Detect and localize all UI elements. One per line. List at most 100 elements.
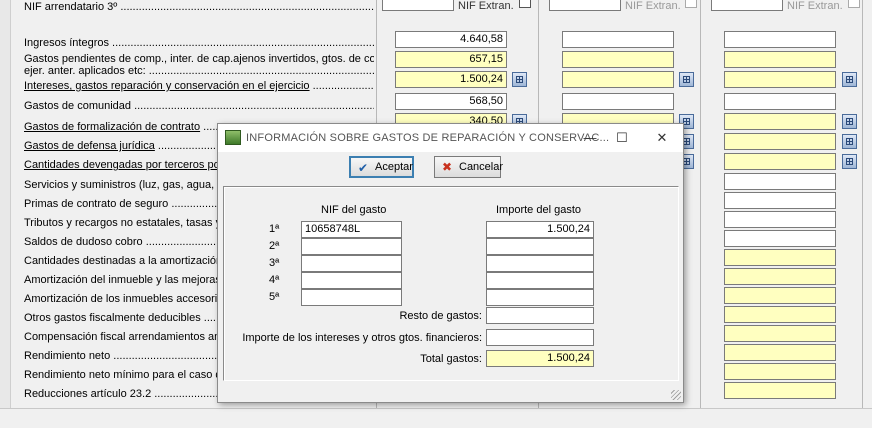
nif-input[interactable] [301,272,402,289]
calculator-icon[interactable] [842,134,857,149]
leader-dots: ........................................… [148,65,374,77]
row-label-text: Reducciones artículo 23.2 [24,388,152,400]
row-label-text: Gastos de comunidad [24,100,132,112]
calculator-icon[interactable] [842,72,857,87]
amount-input[interactable] [724,133,836,150]
amount-input[interactable]: 4.640,58 [395,31,507,48]
nif-input[interactable] [301,255,402,272]
resto-label: Resto de gastos: [399,310,482,322]
amount-input[interactable] [562,31,674,48]
amount-input[interactable] [724,306,836,323]
importe-input[interactable] [486,238,594,255]
amount-input[interactable] [562,93,674,110]
row-label-text: Intereses, gastos reparación y conservac… [24,80,310,92]
amount-input[interactable] [724,382,836,399]
expenses-group [223,186,679,381]
form-row-label: NIF arrendatario 3º ....................… [24,0,374,14]
nif-extran-label-col2: NIF Extran. [625,0,681,12]
amount-input[interactable]: 1.500,24 [395,71,507,88]
leader-dots: ........................................… [120,1,374,13]
line-number: 5ª [269,291,280,303]
amount-input[interactable] [724,93,836,110]
line-number: 3ª [269,257,280,269]
checkmark-icon: ✔ [357,161,369,175]
row-label-text: Amortización del inmueble y las mejoras [24,274,221,286]
row-label-text: NIF arrendatario 3º [24,1,118,13]
amount-input[interactable] [724,344,836,361]
intereses-label: Importe de los intereses y otros gtos. f… [242,332,482,344]
maximize-icon[interactable]: ☐ [608,129,636,147]
column-separator [862,0,863,408]
row-label-text: ejer. anter. aplicados etc: [24,65,146,77]
row-label-text: Primas de contrato de seguro [24,198,169,210]
repair-expenses-dialog: INFORMACIÓN SOBRE GASTOS DE REPARACIÓN Y… [217,123,684,403]
form-row-label: Ingresos íntegros ......................… [24,36,374,50]
row-label-text: Saldos de dudoso cobro [24,236,143,248]
row-label-text: Otros gastos fiscalmente deducibles [24,312,201,324]
nif-field-col3[interactable] [711,0,783,11]
amount-input[interactable] [724,192,836,209]
dialog-titlebar: INFORMACIÓN SOBRE GASTOS DE REPARACIÓN Y… [218,124,683,152]
line-number: 1ª [269,223,280,235]
row-label-text: Ingresos íntegros [24,37,109,49]
amount-input[interactable] [724,173,836,190]
amount-input[interactable] [724,211,836,228]
leader-dots: ........................................… [109,37,374,49]
form-row-label: ejer. anter. aplicados etc: ............… [24,64,374,78]
accept-button[interactable]: ✔ Aceptar [349,156,414,178]
left-scroll-strip [0,0,11,408]
amount-input[interactable]: 657,15 [395,51,507,68]
cancel-label: Cancelar [459,161,504,173]
importe-input[interactable] [486,255,594,272]
calculator-icon[interactable] [842,114,857,129]
nif-field-col2[interactable] [549,0,621,11]
minimize-icon[interactable]: — [576,129,604,147]
row-label-text: Tributos y recargos no estatales, tasas … [24,217,245,229]
row-label-text: Gastos de defensa jurídica [24,140,155,152]
row-label-text: Cantidades destinadas a la amortización … [24,255,250,267]
dialog-title: INFORMACIÓN SOBRE GASTOS DE REPARACIÓN Y… [246,132,610,144]
amount-input[interactable] [724,268,836,285]
amount-input[interactable] [724,51,836,68]
nif-extran-checkbox-col1[interactable] [519,0,531,8]
amount-input[interactable] [724,71,836,88]
amount-input[interactable] [724,153,836,170]
calculator-icon[interactable] [679,72,694,87]
resto-input[interactable] [486,307,594,324]
amount-input[interactable] [724,287,836,304]
amount-input[interactable] [562,71,674,88]
total-value: 1.500,24 [486,350,594,367]
cancel-button[interactable]: ✖ Cancelar [434,156,504,178]
nif-field-col1[interactable] [382,0,454,11]
nif-input[interactable] [301,289,402,306]
resize-grip[interactable] [671,390,681,400]
amount-input[interactable] [724,249,836,266]
calculator-icon[interactable] [512,72,527,87]
amount-input[interactable] [562,51,674,68]
intereses-input[interactable] [486,329,594,346]
nif-header: NIF del gasto [321,204,387,216]
calculator-icon[interactable] [842,154,857,169]
column-separator [700,0,701,408]
amount-input[interactable]: 568,50 [395,93,507,110]
amount-input[interactable] [724,325,836,342]
amount-input[interactable] [724,230,836,247]
nif-input[interactable]: 10658748L [301,221,402,238]
nif-extran-checkbox-col3[interactable] [848,0,860,8]
app-icon [225,130,241,145]
form-row-label: Intereses, gastos reparación y conservac… [24,79,374,93]
row-label-text: Rendimiento neto [24,350,111,362]
importe-input[interactable] [486,289,594,306]
importe-input[interactable]: 1.500,24 [486,221,594,238]
nif-input[interactable] [301,238,402,255]
importe-input[interactable] [486,272,594,289]
nif-extran-checkbox-col2[interactable] [685,0,697,8]
close-icon[interactable]: ✕ [648,129,676,147]
amount-input[interactable] [724,113,836,130]
cross-icon: ✖ [441,160,453,174]
row-label-text: Amortización de los inmuebles accesorios… [24,293,249,305]
amount-input[interactable] [724,363,836,380]
line-number: 4ª [269,274,280,286]
leader-dots: ........................................… [312,80,374,92]
amount-input[interactable] [724,31,836,48]
